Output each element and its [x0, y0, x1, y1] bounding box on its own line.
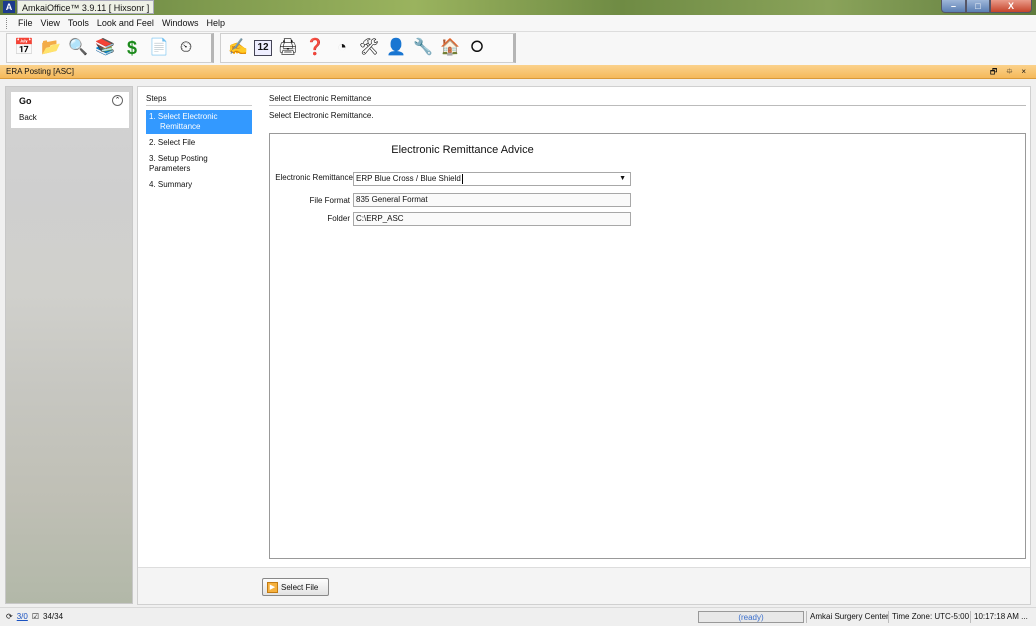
- menu-tools[interactable]: Tools: [64, 18, 93, 28]
- timezone-label: Time Zone: UTC-5:00: [888, 611, 972, 623]
- electronic-remittance-dropdown[interactable]: ERP Blue Cross / Blue Shield ▼: [353, 172, 631, 186]
- folder-field[interactable]: C:\ERP_ASC: [353, 212, 631, 226]
- restore-icon[interactable]: 🗗: [990, 66, 998, 78]
- select-file-label: Select File: [281, 582, 319, 592]
- electronic-remittance-value: ERP Blue Cross / Blue Shield: [356, 174, 461, 183]
- steps-divider: [146, 105, 252, 106]
- document-title: ERA Posting [ASC]: [6, 67, 75, 76]
- folder-value: C:\ERP_ASC: [356, 214, 404, 223]
- section-divider: [269, 105, 1026, 106]
- app-logo-icon: A: [3, 1, 15, 13]
- books-icon[interactable]: 📚: [94, 37, 116, 59]
- action-bar: ▶ Select File: [138, 567, 1030, 604]
- select-file-button[interactable]: ▶ Select File: [262, 578, 329, 596]
- close-button[interactable]: X: [990, 0, 1032, 13]
- text-caret: [461, 173, 463, 184]
- window-title: AmkaiOffice™ 3.9.11 [ Hixsonr ]: [17, 0, 155, 14]
- wizard-panel: Steps 1. Select Electronic Remittance 2.…: [137, 86, 1031, 605]
- clock: 10:17:18 AM ...: [970, 611, 1031, 623]
- changes-counter[interactable]: 3/0: [17, 612, 28, 621]
- dollar-icon[interactable]: $: [121, 37, 143, 59]
- menu-view[interactable]: View: [37, 18, 64, 28]
- section-title: Select Electronic Remittance: [269, 94, 372, 103]
- step-label: 3. Setup Posting Parameters: [149, 154, 208, 173]
- folders-icon[interactable]: 📂: [40, 37, 62, 59]
- items-counter: 34/34: [43, 612, 64, 621]
- menu-bar: File View Tools Look and Feel Windows He…: [0, 15, 1036, 32]
- navigation-panel: Go ⌃ Back: [5, 86, 133, 604]
- status-counters: ⟳ 3/0 ☑ 34/34: [6, 612, 63, 621]
- toolbar-group-2: ✍ 12 🖨 ❓ ◔ 🛠 👤 🔧 🏠 ⭘: [220, 33, 516, 63]
- toolbar: 📅 📂 🔍 📚 $ 📄 ⏲ ✍ 12 🖨 ❓ ◔ 🛠 👤 🔧 🏠 ⭘: [0, 32, 1036, 65]
- menu-file[interactable]: File: [14, 18, 37, 28]
- scanner-icon[interactable]: 🖨: [277, 37, 299, 59]
- step-select-file[interactable]: 2. Select File: [146, 136, 252, 150]
- toolbar-group-1: 📅 📂 🔍 📚 $ 📄 ⏲: [6, 33, 214, 63]
- step-label: 1. Select Electronic: [149, 112, 218, 121]
- minimize-button[interactable]: –: [941, 0, 966, 13]
- steps-title: Steps: [146, 94, 167, 103]
- step-summary[interactable]: 4. Summary: [146, 178, 252, 192]
- document-controls: 🗗 ⯐ ×: [990, 66, 1026, 78]
- file-format-field[interactable]: 835 General Format: [353, 193, 631, 207]
- step-setup-posting-parameters[interactable]: 3. Setup Posting Parameters: [146, 152, 252, 176]
- lifebuoy-icon[interactable]: ⭘: [466, 37, 488, 59]
- folder-label: Folder: [327, 214, 350, 223]
- facility-name: Amkai Surgery Center: [806, 611, 892, 623]
- step-label-continued: Remittance: [160, 122, 201, 131]
- section-description: Select Electronic Remittance.: [269, 111, 374, 120]
- menu-windows[interactable]: Windows: [158, 18, 203, 28]
- step-label: 2. Select File: [149, 138, 196, 147]
- org-chart-icon[interactable]: 🏠: [439, 37, 461, 59]
- collapse-icon[interactable]: ⌃: [112, 95, 123, 106]
- electronic-remittance-label: Electronic Remittance: [275, 173, 353, 182]
- pin-icon[interactable]: ⯐: [1006, 66, 1012, 78]
- window-controls: – □ X: [941, 0, 1032, 13]
- title-bar: A AmkaiOffice™ 3.9.11 [ Hixsonr ] – □ X: [0, 0, 1036, 15]
- menu-look-and-feel[interactable]: Look and Feel: [93, 18, 158, 28]
- go-box: Go ⌃ Back: [11, 92, 129, 128]
- wrench-icon[interactable]: 🔧: [412, 37, 434, 59]
- pie-chart-icon[interactable]: ◔: [331, 37, 353, 59]
- file-format-value: 835 General Format: [356, 195, 428, 204]
- notepad-icon[interactable]: 📄: [148, 37, 170, 59]
- step-label: 4. Summary: [149, 180, 193, 189]
- arrow-right-icon: ▶: [267, 581, 278, 593]
- menu-grip: [6, 18, 9, 29]
- monitor-icon[interactable]: ⏲: [175, 37, 197, 59]
- step-select-electronic-remittance[interactable]: 1. Select Electronic Remittance: [146, 110, 252, 134]
- go-heading: Go: [19, 96, 32, 106]
- signature-icon[interactable]: ✍: [227, 37, 249, 59]
- help-folder-icon[interactable]: ❓: [304, 37, 326, 59]
- chevron-down-icon[interactable]: ▼: [619, 173, 626, 185]
- form-title: Electronic Remittance Advice: [391, 144, 534, 156]
- status-bar: ⟳ 3/0 ☑ 34/34 (ready) Amkai Surgery Cent…: [0, 607, 1036, 626]
- close-tab-icon[interactable]: ×: [1021, 66, 1026, 78]
- person-icon[interactable]: 👤: [385, 37, 407, 59]
- progress-bar: (ready): [698, 611, 804, 623]
- progress-status: (ready): [738, 613, 764, 622]
- search-documents-icon[interactable]: 🔍: [67, 37, 89, 59]
- refresh-icon: ⟳: [6, 612, 13, 621]
- calendar-12-icon[interactable]: 12: [254, 40, 272, 56]
- maximize-button[interactable]: □: [966, 0, 990, 13]
- remittance-form: Electronic Remittance Advice Electronic …: [269, 133, 1026, 559]
- checklist-icon: ☑: [31, 612, 39, 621]
- back-link[interactable]: Back: [19, 113, 37, 122]
- document-tab-header: ERA Posting [ASC] 🗗 ⯐ ×: [0, 65, 1036, 79]
- tools-icon[interactable]: 🛠: [358, 37, 380, 59]
- calendar-icon[interactable]: 📅: [13, 37, 35, 59]
- file-format-label: File Format: [309, 196, 350, 205]
- menu-help[interactable]: Help: [202, 18, 229, 28]
